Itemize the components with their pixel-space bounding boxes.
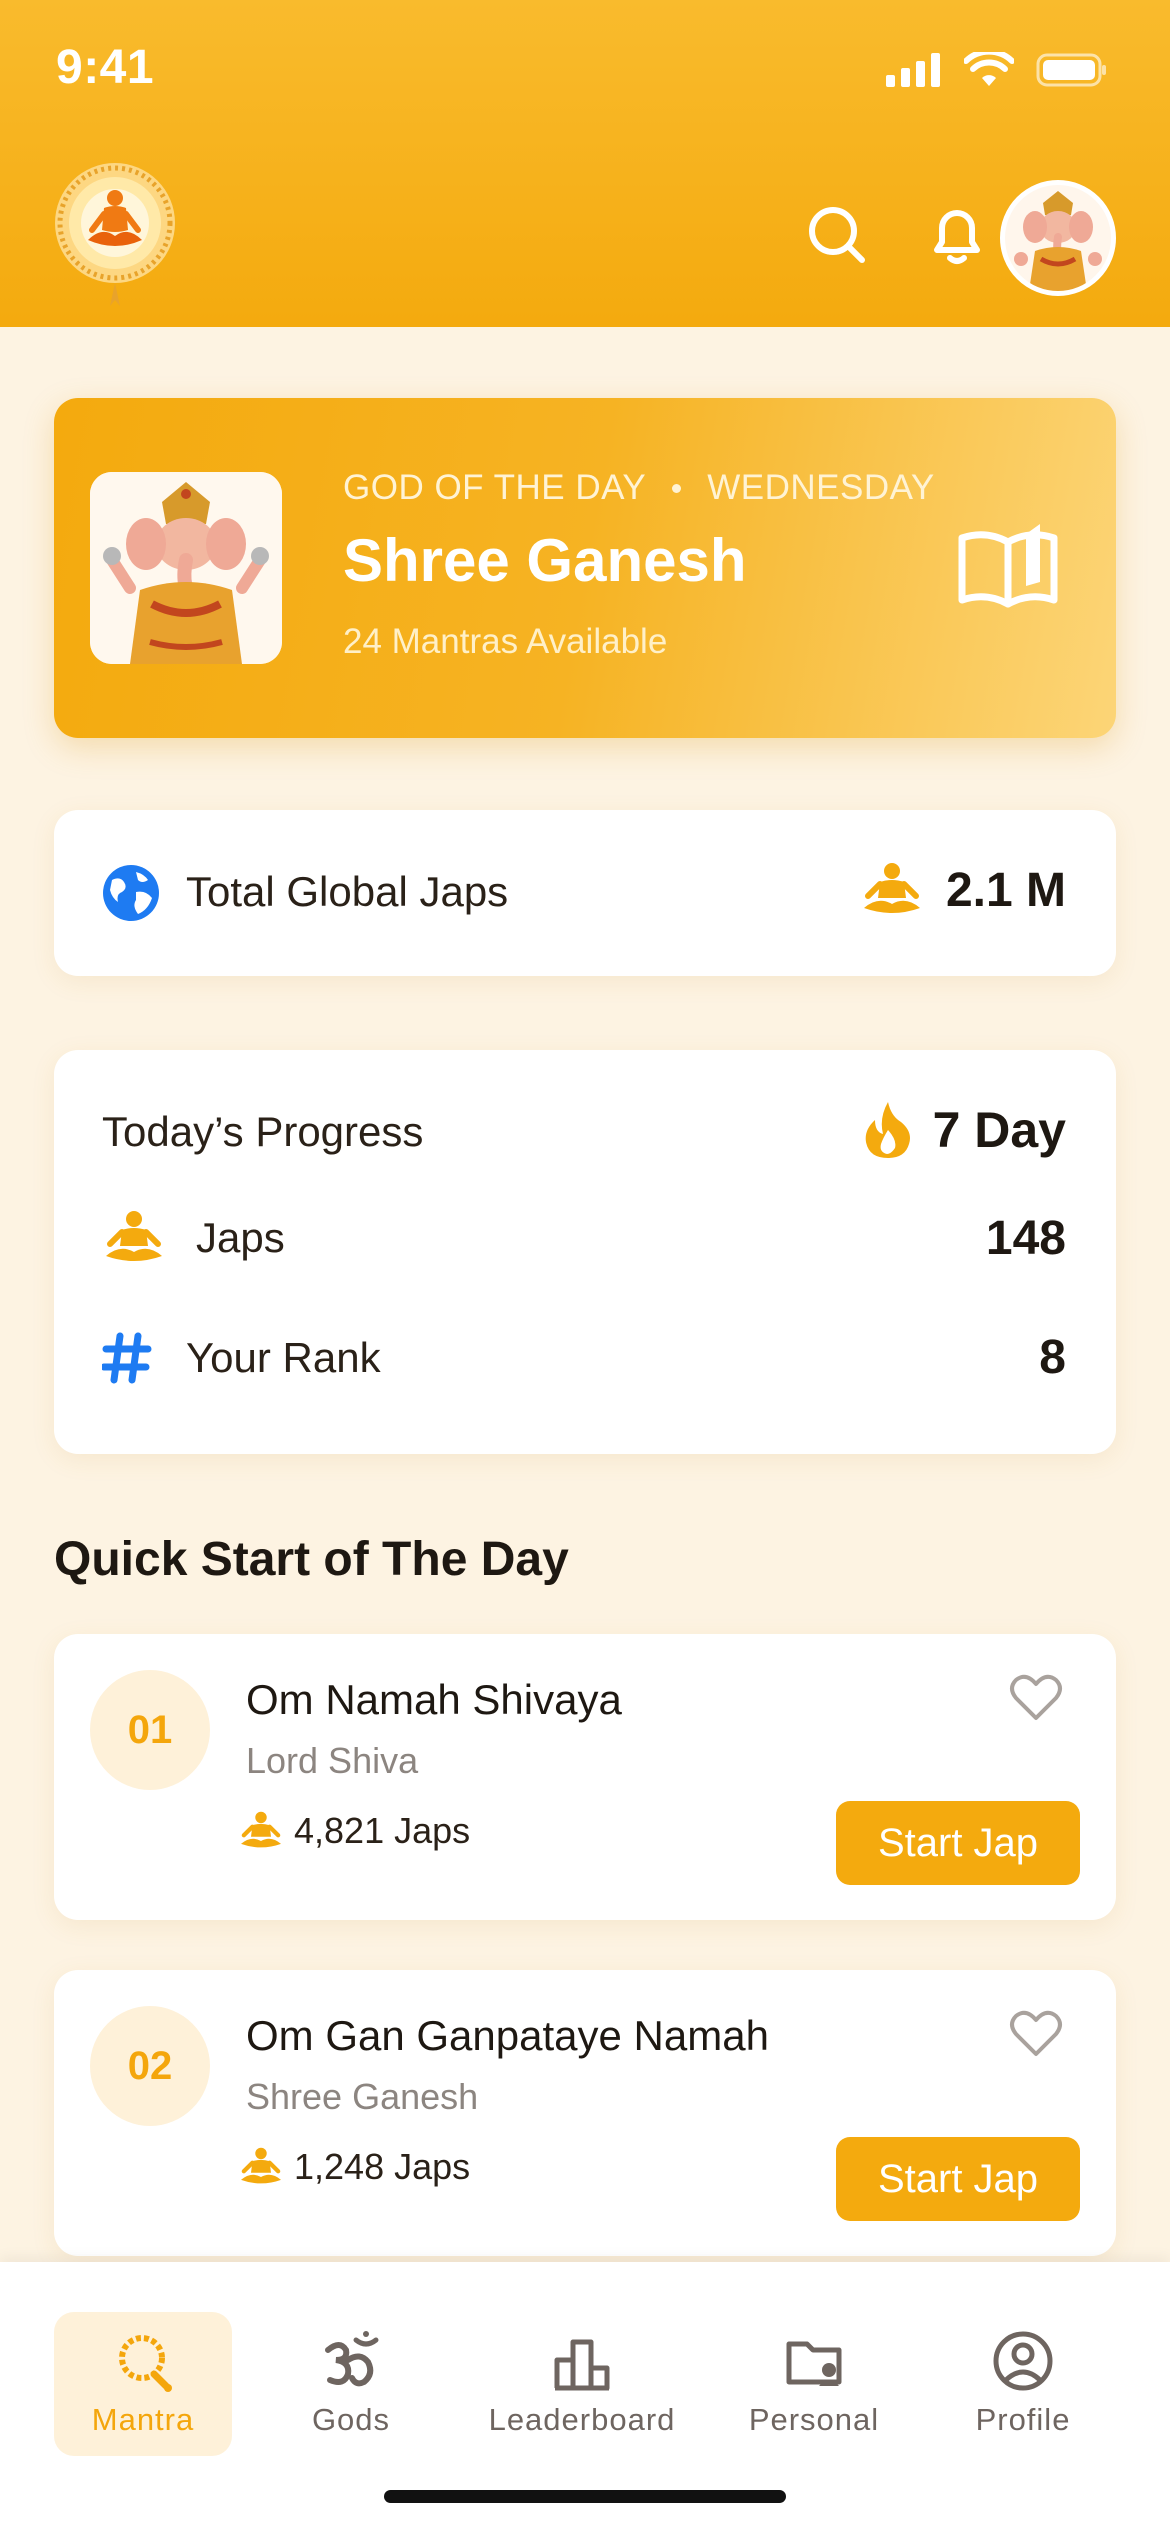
podium-icon bbox=[554, 2339, 610, 2391]
search-icon[interactable] bbox=[802, 200, 872, 270]
japs-value: 148 bbox=[985, 1211, 1066, 1265]
app-header: 9:41 bbox=[0, 0, 1170, 327]
mantra-number: 02 bbox=[90, 2006, 210, 2126]
god-name: Shree Ganesh bbox=[343, 527, 747, 594]
mantras-available: 24 Mantras Available bbox=[343, 622, 668, 661]
meditation-icon bbox=[863, 863, 920, 913]
tab-personal[interactable]: Personal bbox=[724, 2312, 904, 2456]
tab-label: Profile bbox=[975, 2402, 1071, 2437]
god-of-day-eyebrow: GOD OF THE DAY WEDNESDAY bbox=[343, 468, 935, 508]
mantra-jap-count: 1,248 Japs bbox=[238, 2146, 470, 2188]
jap-count-text: 4,821 Japs bbox=[294, 1810, 471, 1851]
progress-title: Today’s Progress bbox=[102, 1108, 424, 1155]
battery-icon bbox=[1036, 53, 1106, 87]
japs-label: Japs bbox=[196, 1214, 285, 1261]
progress-row-rank: Your Rank 8 bbox=[102, 1330, 1066, 1385]
todays-progress-card: Today’s Progress 7 Day Japs 148 Your Ran… bbox=[54, 1050, 1116, 1454]
status-icons bbox=[886, 52, 1108, 88]
tab-leaderboard[interactable]: Leaderboard bbox=[482, 2312, 682, 2456]
globe-icon bbox=[103, 865, 159, 921]
mantra-jap-count: 4,821 Japs bbox=[238, 1810, 470, 1852]
meditation-logo-icon[interactable] bbox=[52, 160, 178, 310]
mantra-title: Om Gan Ganpataye Namah bbox=[246, 2012, 769, 2059]
mala-icon bbox=[119, 2335, 172, 2392]
folder-user-icon bbox=[786, 2341, 842, 2386]
meditation-icon bbox=[241, 1811, 281, 1848]
mantra-title: Om Namah Shivaya bbox=[246, 1676, 622, 1723]
mantra-card[interactable]: 01 Om Namah Shivaya Lord Shiva 4,821 Jap… bbox=[54, 1634, 1116, 1920]
rank-value: 8 bbox=[1039, 1331, 1066, 1384]
global-japs-card: Total Global Japs 2.1 M bbox=[54, 810, 1116, 976]
book-open-icon[interactable] bbox=[956, 520, 1060, 610]
start-jap-button[interactable]: Start Jap bbox=[836, 2137, 1080, 2221]
quick-start-title: Quick Start of The Day bbox=[54, 1533, 569, 1586]
tab-label: Mantra bbox=[91, 2402, 195, 2437]
heart-icon[interactable] bbox=[1008, 2008, 1064, 2058]
rank-label: Your Rank bbox=[186, 1333, 381, 1381]
ganesh-image bbox=[90, 472, 282, 664]
user-circle-icon bbox=[993, 2331, 1053, 2391]
signal-icon bbox=[886, 53, 940, 87]
god-of-day-card[interactable]: GOD OF THE DAY WEDNESDAY Shree Ganesh 24… bbox=[54, 398, 1116, 738]
global-japs-label: Total Global Japs bbox=[186, 868, 509, 915]
ganesh-avatar[interactable] bbox=[1000, 180, 1116, 296]
mantra-card[interactable]: 02 Om Gan Ganpataye Namah Shree Ganesh 1… bbox=[54, 1970, 1116, 2256]
tab-gods[interactable]: Gods bbox=[262, 2312, 440, 2456]
wifi-icon bbox=[964, 52, 1014, 86]
tab-label: Gods bbox=[311, 2402, 391, 2437]
tab-label: Leaderboard bbox=[488, 2402, 676, 2437]
mantra-deity: Lord Shiva bbox=[246, 1740, 419, 1781]
streak-stat: 7 Day bbox=[861, 1100, 1066, 1160]
home-indicator[interactable] bbox=[384, 2490, 786, 2503]
tab-profile[interactable]: Profile bbox=[934, 2312, 1112, 2456]
status-time: 9:41 bbox=[56, 41, 155, 94]
global-japs-value: 2.1 M bbox=[945, 863, 1066, 917]
streak-value: 7 Day bbox=[932, 1102, 1066, 1158]
start-jap-button[interactable]: Start Jap bbox=[836, 1801, 1080, 1885]
meditation-icon bbox=[106, 1211, 162, 1261]
separator-dot bbox=[672, 483, 682, 493]
weekday-label: WEDNESDAY bbox=[707, 468, 935, 507]
meditation-icon bbox=[241, 2147, 281, 2184]
bell-icon[interactable] bbox=[922, 200, 992, 270]
progress-row-japs: Japs 148 bbox=[102, 1210, 1066, 1266]
mantra-number: 01 bbox=[90, 1670, 210, 1790]
om-icon bbox=[325, 2331, 379, 2387]
jap-count-text: 1,248 Japs bbox=[294, 2146, 471, 2187]
heart-icon[interactable] bbox=[1008, 1672, 1064, 1722]
tab-mantra[interactable]: Mantra bbox=[54, 2312, 232, 2456]
tab-label: Personal bbox=[748, 2402, 880, 2437]
mantra-deity: Shree Ganesh bbox=[246, 2076, 479, 2117]
global-japs-stat: 2.1 M bbox=[860, 862, 1066, 918]
hash-icon bbox=[102, 1332, 152, 1383]
god-of-day-label: GOD OF THE DAY bbox=[343, 468, 647, 507]
flame-icon bbox=[865, 1102, 910, 1158]
